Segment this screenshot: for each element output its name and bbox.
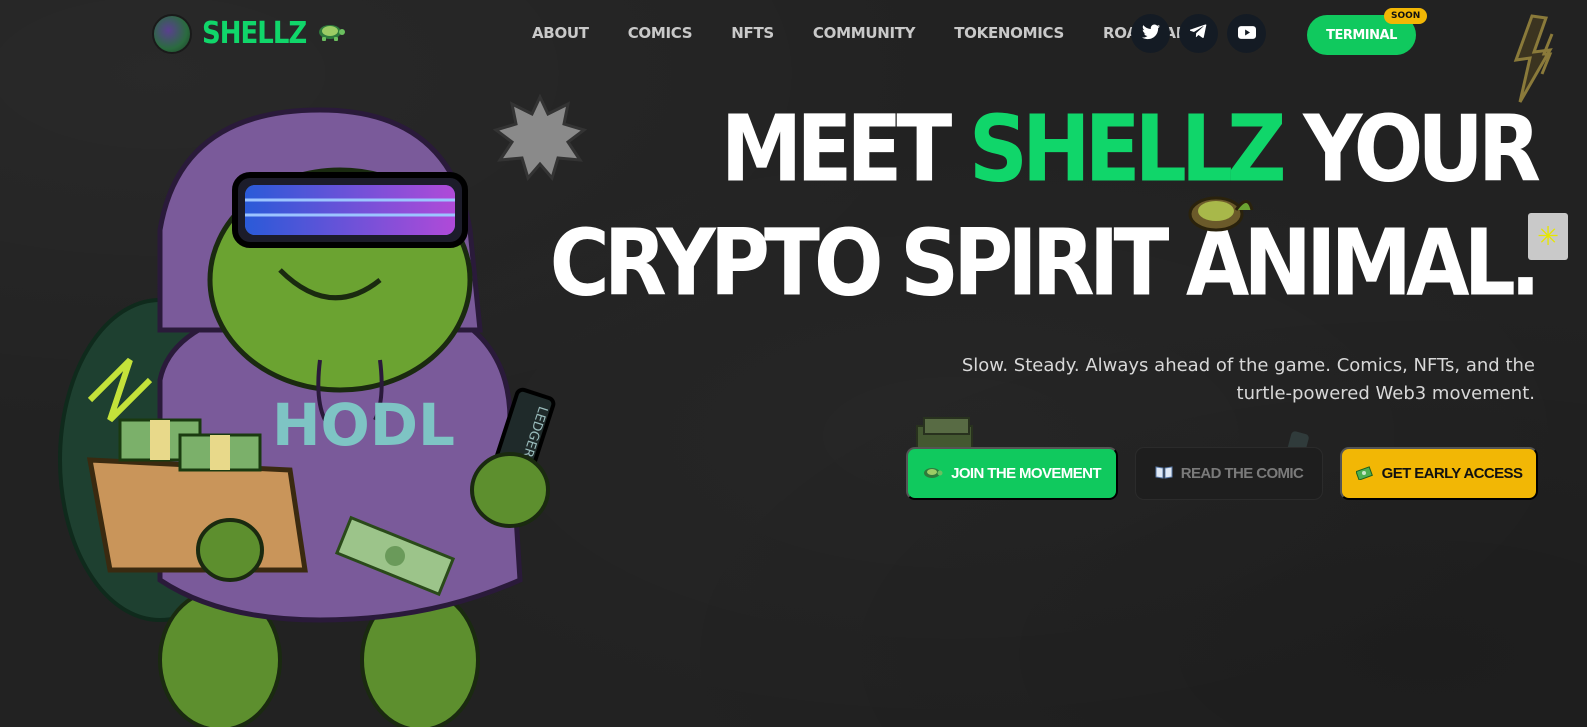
hero-title-line1: MEET SHELLZ YOUR xyxy=(550,96,1541,204)
twitter-button[interactable] xyxy=(1131,14,1170,53)
hero-title-line1-part-a: MEET xyxy=(720,96,969,204)
social-links xyxy=(1131,14,1266,53)
small-turtle-icon xyxy=(1186,188,1256,237)
hero-subtitle: Slow. Steady. Always ahead of the game. … xyxy=(935,352,1535,408)
twitter-icon xyxy=(1141,24,1160,44)
join-movement-button[interactable]: JOIN THE MOVEMENT xyxy=(906,447,1118,500)
hero-title-line1-part-b: YOUR xyxy=(1280,96,1541,204)
mascot-illustration: HODL LEDGER xyxy=(50,100,570,727)
turtle-icon xyxy=(923,465,943,483)
telegram-icon xyxy=(1189,24,1207,43)
nav-link-community[interactable]: COMMUNITY xyxy=(813,24,916,42)
lightning-icon xyxy=(1502,14,1562,108)
logo[interactable]: SHELLZ xyxy=(152,14,346,54)
read-comic-label: READ THE COMIC xyxy=(1180,465,1304,482)
telegram-button[interactable] xyxy=(1179,14,1218,53)
youtube-button[interactable] xyxy=(1227,14,1266,53)
turtle-icon xyxy=(316,20,346,48)
hero-title-line2: CRYPTO SPIRIT ANIMAL. xyxy=(549,210,1541,318)
logo-text: SHELLZ xyxy=(202,16,307,52)
nav-link-comics[interactable]: COMICS xyxy=(628,24,693,42)
mascot-shirt-text: HODL xyxy=(272,391,455,459)
hero-subtitle-line1: Slow. Steady. Always ahead of the game. … xyxy=(961,355,1535,376)
book-icon xyxy=(1155,465,1173,483)
cta-row: JOIN THE MOVEMENT READ THE COMIC GET EAR… xyxy=(906,447,1538,500)
nav-link-nfts[interactable]: NFTS xyxy=(731,24,774,42)
top-nav: SHELLZ ABOUT COMICS NFTS COMMUNITY TOKEN… xyxy=(0,0,1587,70)
nav-link-tokenomics[interactable]: TOKENOMICS xyxy=(954,24,1064,42)
hero-subtitle-line2: turtle-powered Web3 movement. xyxy=(1236,383,1535,404)
money-icon xyxy=(1355,464,1374,484)
read-comic-button[interactable]: READ THE COMIC xyxy=(1135,447,1323,500)
join-movement-label: JOIN THE MOVEMENT xyxy=(951,465,1101,482)
accessibility-widget-button[interactable]: ✳ xyxy=(1528,213,1568,260)
early-access-button[interactable]: GET EARLY ACCESS xyxy=(1340,447,1538,500)
youtube-icon xyxy=(1237,24,1256,43)
logo-avatar xyxy=(152,14,192,54)
soon-badge: SOON xyxy=(1384,8,1428,24)
sparkle-icon: ✳ xyxy=(1537,221,1559,252)
nav-link-about[interactable]: ABOUT xyxy=(532,24,589,42)
early-access-label: GET EARLY ACCESS xyxy=(1381,465,1523,482)
nav-links: ABOUT COMICS NFTS COMMUNITY TOKENOMICS R… xyxy=(532,24,1187,42)
hero-title: MEET SHELLZ YOUR CRYPTO SPIRIT ANIMAL. xyxy=(550,96,1541,314)
